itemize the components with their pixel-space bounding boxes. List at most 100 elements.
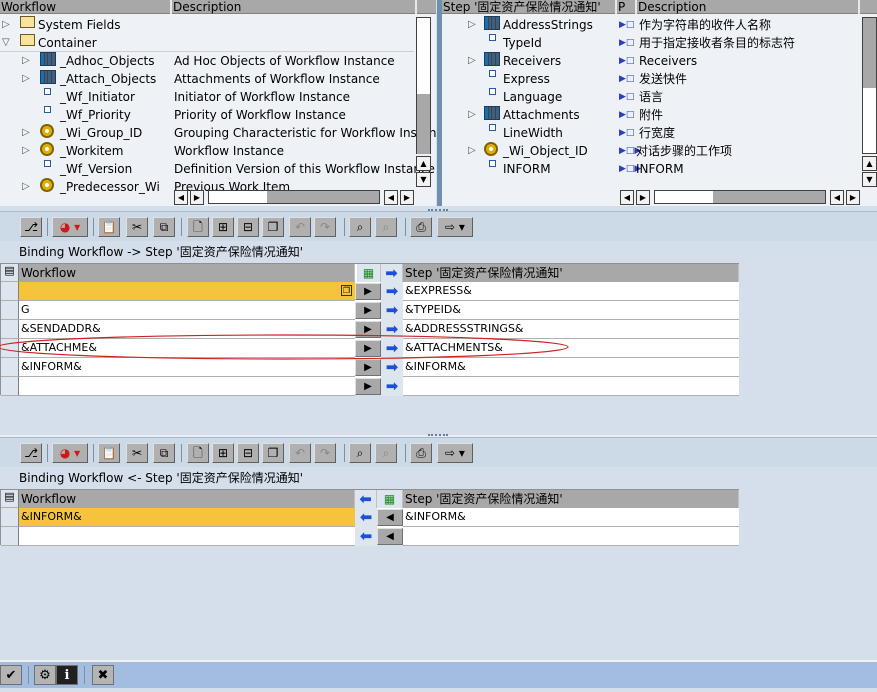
find-next-button[interactable]: ⌕ [375, 443, 397, 463]
grid-settings-icon[interactable]: ▤ [1, 490, 19, 508]
tree-node[interactable]: ▷ AddressStrings ▶□ 作为字符串的收件人名称 [442, 16, 860, 34]
undo-button[interactable]: ↶ [289, 217, 311, 237]
scroll-left-button[interactable]: ◀ [174, 190, 188, 205]
value-help-icon[interactable]: ❐ [341, 285, 352, 296]
print-button[interactable]: ⎙ [410, 443, 432, 463]
column-header-step[interactable]: Step '固定资产保险情况通知' [403, 264, 739, 282]
binding-check-button[interactable]: ⎇ [20, 217, 42, 237]
tree-node[interactable]: ▷ _Wi_Object_ID ▶□▶ 对话步骤的工作项 [442, 142, 860, 160]
assign-binding-button[interactable]: ◀ [377, 509, 403, 526]
tree-node[interactable]: Express ▶□ 发送快件 [442, 70, 860, 88]
step-cell[interactable]: &TYPEID& [403, 301, 739, 320]
scroll-down-button[interactable]: ▼ [416, 172, 431, 187]
duplicate-button[interactable]: ❐ [262, 443, 284, 463]
expand-node-icon[interactable]: ▷ [22, 70, 30, 88]
assign-binding-button[interactable]: ▶ [355, 302, 381, 319]
bind-all-icon[interactable]: ▦ [357, 264, 381, 282]
insert-row-button[interactable]: ⊞ [212, 443, 234, 463]
find-next-button[interactable]: ⌕ [375, 217, 397, 237]
workflow-cell[interactable] [19, 377, 355, 396]
assign-binding-button[interactable]: ▶ [355, 283, 381, 300]
column-header-workflow[interactable]: Workflow [0, 0, 172, 14]
left-tree-vscrollbar[interactable] [416, 17, 431, 154]
find-button[interactable]: ⌕ [349, 443, 371, 463]
cancel-button[interactable]: ✖ [92, 665, 114, 685]
insert-row-button[interactable]: ⊞ [212, 217, 234, 237]
column-header-workflow[interactable]: Workflow [19, 490, 355, 508]
workflow-cell[interactable]: G [19, 301, 355, 320]
redo-button[interactable]: ↷ [314, 217, 336, 237]
redo-button[interactable]: ↷ [314, 443, 336, 463]
scroll-right-button-2[interactable]: ▶ [400, 190, 414, 205]
right-tree-hscrollbar[interactable] [654, 190, 826, 204]
delete-row-button[interactable]: ⊟ [237, 217, 259, 237]
column-header-description[interactable]: Description [172, 0, 417, 14]
tree-node[interactable]: ▷ Attachments ▶□ 附件 [442, 106, 860, 124]
info-button[interactable]: i [56, 665, 78, 685]
new-button[interactable]: 🗋 [187, 443, 209, 463]
column-header-step[interactable]: Step '固定资产保险情况通知' [403, 490, 739, 508]
expand-node-icon[interactable]: ▷ [22, 178, 30, 196]
expand-node-icon[interactable]: ▷ [22, 124, 30, 142]
row-selector[interactable] [1, 527, 19, 546]
copy-button[interactable]: ⧉ [153, 217, 175, 237]
tree-node[interactable]: ▷ System Fields [0, 16, 414, 34]
copy-button[interactable]: ⧉ [153, 443, 175, 463]
left-tree-hscrollbar[interactable] [208, 190, 380, 204]
expand-node-icon[interactable]: ▷ [22, 52, 30, 70]
binding-check-button[interactable]: ⎇ [20, 443, 42, 463]
scroll-right-button-2[interactable]: ▶ [846, 190, 860, 205]
scroll-up-button[interactable]: ▲ [862, 156, 877, 171]
column-header-workflow[interactable]: Workflow [19, 264, 355, 282]
scroll-right-button[interactable]: ▶ [190, 190, 204, 205]
tree-node[interactable]: ▷ _Workitem Workflow Instance [0, 142, 414, 160]
scroll-left-button-2[interactable]: ◀ [830, 190, 844, 205]
tree-node[interactable]: _Wf_Version Definition Version of this Wo… [0, 160, 435, 178]
workflow-cell[interactable]: &INFORM& [19, 508, 355, 527]
step-cell[interactable] [403, 377, 739, 396]
grid-settings-icon[interactable]: ▤ [1, 264, 19, 282]
tree-node[interactable]: ▷ _Attach_Objects Attachments of Workflow … [0, 70, 414, 88]
tree-node[interactable]: TypeId ▶□ 用于指定接收者条目的标志符 [442, 34, 860, 52]
step-cell[interactable]: &INFORM& [403, 508, 739, 527]
cut-button[interactable]: ✂ [126, 443, 148, 463]
assign-binding-button[interactable]: ▶ [355, 378, 381, 395]
scroll-right-button[interactable]: ▶ [636, 190, 650, 205]
tree-node[interactable]: LineWidth ▶□ 行宽度 [442, 124, 860, 142]
row-selector[interactable] [1, 377, 19, 396]
tree-node[interactable]: ▽ Container [0, 34, 414, 52]
scroll-left-button-2[interactable]: ◀ [384, 190, 398, 205]
scroll-thumb[interactable] [417, 94, 430, 154]
tree-node[interactable]: ▷ _Adhoc_Objects Ad Hoc Objects of Workflo… [0, 52, 414, 70]
scroll-down-button[interactable]: ▼ [862, 172, 877, 187]
delete-row-button[interactable]: ⊟ [237, 443, 259, 463]
duplicate-button[interactable]: ❐ [262, 217, 284, 237]
expand-node-icon[interactable]: ▷ [468, 106, 476, 124]
generate-binding-button[interactable]: ⚙ [34, 665, 56, 685]
column-header-param[interactable]: P [617, 0, 637, 14]
tree-node[interactable]: _Wf_Priority Priority of Workflow Instanc… [0, 106, 414, 124]
column-header-description[interactable]: Description [637, 0, 860, 14]
row-selector[interactable] [1, 301, 19, 320]
expand-node-icon[interactable]: ▷ [468, 142, 476, 160]
print-button[interactable]: ⎙ [410, 217, 432, 237]
export-button[interactable]: ⇨ ▾ [437, 443, 473, 463]
confirm-button[interactable]: ✔ [0, 665, 22, 685]
expand-node-icon[interactable]: ▷ [468, 16, 476, 34]
expand-node-icon[interactable]: ▷ [468, 52, 476, 70]
workflow-cell[interactable] [19, 527, 355, 546]
step-cell[interactable] [403, 527, 739, 546]
paste-button[interactable]: 📋 [98, 217, 120, 237]
delete-binding-button[interactable]: ◕ ▾ [52, 443, 88, 463]
scroll-left-button[interactable]: ◀ [620, 190, 634, 205]
scroll-up-button[interactable]: ▲ [416, 156, 431, 171]
expand-node-icon[interactable]: ▷ [22, 142, 30, 160]
column-header-step[interactable]: Step '固定资产保险情况通知' [442, 0, 617, 14]
export-button[interactable]: ⇨ ▾ [437, 217, 473, 237]
collapse-node-icon[interactable]: ▽ [2, 34, 10, 52]
expand-node-icon[interactable]: ▷ [2, 16, 10, 34]
tree-node[interactable]: INFORM ▶□▶ INFORM [442, 160, 860, 178]
paste-button[interactable]: 📋 [98, 443, 120, 463]
splitter-handle[interactable] [428, 434, 448, 436]
tree-node[interactable]: _Wf_Initiator Initiator of Workflow Insta… [0, 88, 414, 106]
